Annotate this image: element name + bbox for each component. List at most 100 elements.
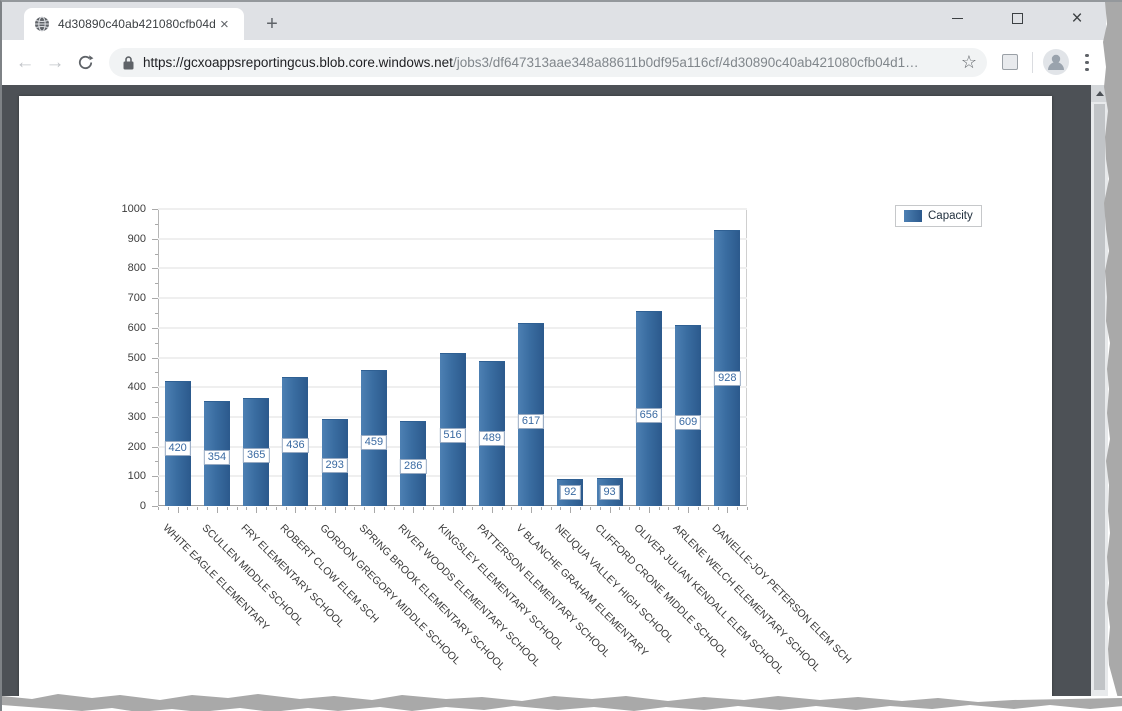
y-axis-tick-label: 100 <box>104 470 146 482</box>
x-minor-tick <box>659 507 660 510</box>
y-axis-tick-label: 900 <box>104 233 146 245</box>
y-minor-tick <box>155 343 158 344</box>
bar-value-label: 436 <box>282 438 308 453</box>
y-major-tick <box>152 447 158 448</box>
y-axis-tick-label: 300 <box>104 411 146 423</box>
x-major-tick <box>531 507 532 513</box>
bookmark-star-icon[interactable]: ☆ <box>961 52 977 73</box>
maximize-button[interactable] <box>1002 3 1032 33</box>
url-path: /jobs3/df647313aae348a88611b0df95a116cf/… <box>453 55 919 70</box>
y-minor-tick <box>155 224 158 225</box>
x-major-tick <box>413 507 414 513</box>
globe-favicon-icon <box>34 16 50 32</box>
bar-value-label: 459 <box>361 435 387 450</box>
y-axis-tick-label: 0 <box>104 500 146 512</box>
x-minor-tick <box>197 507 198 510</box>
url-bar[interactable]: https://gcxoappsreportingcus.blob.core.w… <box>109 48 987 77</box>
y-major-tick <box>152 387 158 388</box>
x-minor-tick <box>668 507 669 510</box>
y-gridline <box>158 208 747 210</box>
x-minor-tick <box>325 507 326 510</box>
x-major-tick <box>217 507 218 513</box>
x-minor-tick <box>639 507 640 510</box>
y-minor-tick <box>155 491 158 492</box>
x-minor-tick <box>678 507 679 510</box>
y-gridline <box>158 238 747 240</box>
legend-swatch <box>904 210 922 222</box>
tab-close-icon[interactable]: × <box>220 17 229 32</box>
legend-label: Capacity <box>928 210 973 222</box>
x-minor-tick <box>364 507 365 510</box>
y-major-tick <box>152 358 158 359</box>
x-minor-tick <box>187 507 188 510</box>
x-major-tick <box>335 507 336 513</box>
x-minor-tick <box>246 507 247 510</box>
scrollbar-up-button[interactable] <box>1091 85 1108 102</box>
x-minor-tick <box>158 507 159 510</box>
bar-value-label: 617 <box>518 414 544 429</box>
chart-legend: Capacity <box>895 205 982 227</box>
bar-value-label: 293 <box>322 458 348 473</box>
y-axis-tick-label: 700 <box>104 292 146 304</box>
x-major-tick <box>649 507 650 513</box>
y-axis-tick-label: 500 <box>104 352 146 364</box>
y-major-tick <box>152 268 158 269</box>
x-major-tick <box>295 507 296 513</box>
x-minor-tick <box>698 507 699 510</box>
url-domain: https://gcxoappsreportingcus.blob.core.w… <box>143 55 453 70</box>
y-minor-tick <box>155 254 158 255</box>
x-minor-tick <box>629 507 630 510</box>
y-axis-tick-label: 400 <box>104 381 146 393</box>
x-minor-tick <box>286 507 287 510</box>
x-minor-tick <box>443 507 444 510</box>
browser-window: 4d30890c40ab421080cfb04d175 × + × ← → <box>0 0 1122 711</box>
bar-value-label: 516 <box>439 428 465 443</box>
page-scrollbar[interactable] <box>1091 85 1108 711</box>
reload-icon[interactable] <box>70 54 100 71</box>
browser-toolbar: ← → https://gcxoappsreportingcus.blob.co… <box>2 40 1106 85</box>
x-major-tick <box>453 507 454 513</box>
forward-icon[interactable]: → <box>40 52 70 74</box>
x-minor-tick <box>462 507 463 510</box>
y-major-tick <box>152 417 158 418</box>
report-viewport: Capacity 0100200300400500600700800900100… <box>2 85 1106 711</box>
new-tab-button[interactable]: + <box>258 10 286 38</box>
profile-avatar[interactable] <box>1043 49 1069 75</box>
y-gridline <box>158 267 747 269</box>
url-text: https://gcxoappsreportingcus.blob.core.w… <box>143 55 953 70</box>
capacity-bar-chart: Capacity 0100200300400500600700800900100… <box>19 96 1052 711</box>
x-minor-tick <box>168 507 169 510</box>
y-minor-tick <box>155 402 158 403</box>
minimize-button[interactable] <box>942 3 972 33</box>
browser-tab[interactable]: 4d30890c40ab421080cfb04d175 × <box>24 8 244 40</box>
bar-value-label: 489 <box>479 431 505 446</box>
x-minor-tick <box>276 507 277 510</box>
y-minor-tick <box>155 461 158 462</box>
x-major-tick <box>256 507 257 513</box>
x-minor-tick <box>384 507 385 510</box>
y-axis-tick-label: 600 <box>104 322 146 334</box>
up-arrow-icon <box>1096 91 1104 96</box>
y-axis-tick-label: 200 <box>104 441 146 453</box>
lock-icon <box>123 56 134 70</box>
back-icon[interactable]: ← <box>10 52 40 74</box>
menu-kebab-icon[interactable] <box>1082 52 1092 73</box>
x-major-tick <box>374 507 375 513</box>
scrollbar-thumb[interactable] <box>1094 104 1105 690</box>
y-axis-tick-label: 800 <box>104 262 146 274</box>
window-close-button[interactable]: × <box>1062 3 1092 33</box>
y-major-tick <box>152 298 158 299</box>
x-axis-category-label: OLIVER JULIAN KENDALL ELEM SCHOOL <box>631 522 786 677</box>
x-minor-tick <box>590 507 591 510</box>
y-minor-tick <box>155 283 158 284</box>
x-minor-tick <box>266 507 267 510</box>
y-major-tick <box>152 328 158 329</box>
x-minor-tick <box>433 507 434 510</box>
x-minor-tick <box>207 507 208 510</box>
bar-value-label: 286 <box>400 459 426 474</box>
x-minor-tick <box>511 507 512 510</box>
extension-icon[interactable] <box>1002 54 1018 70</box>
x-major-tick <box>492 507 493 513</box>
x-minor-tick <box>345 507 346 510</box>
bar-value-label: 93 <box>599 485 619 500</box>
